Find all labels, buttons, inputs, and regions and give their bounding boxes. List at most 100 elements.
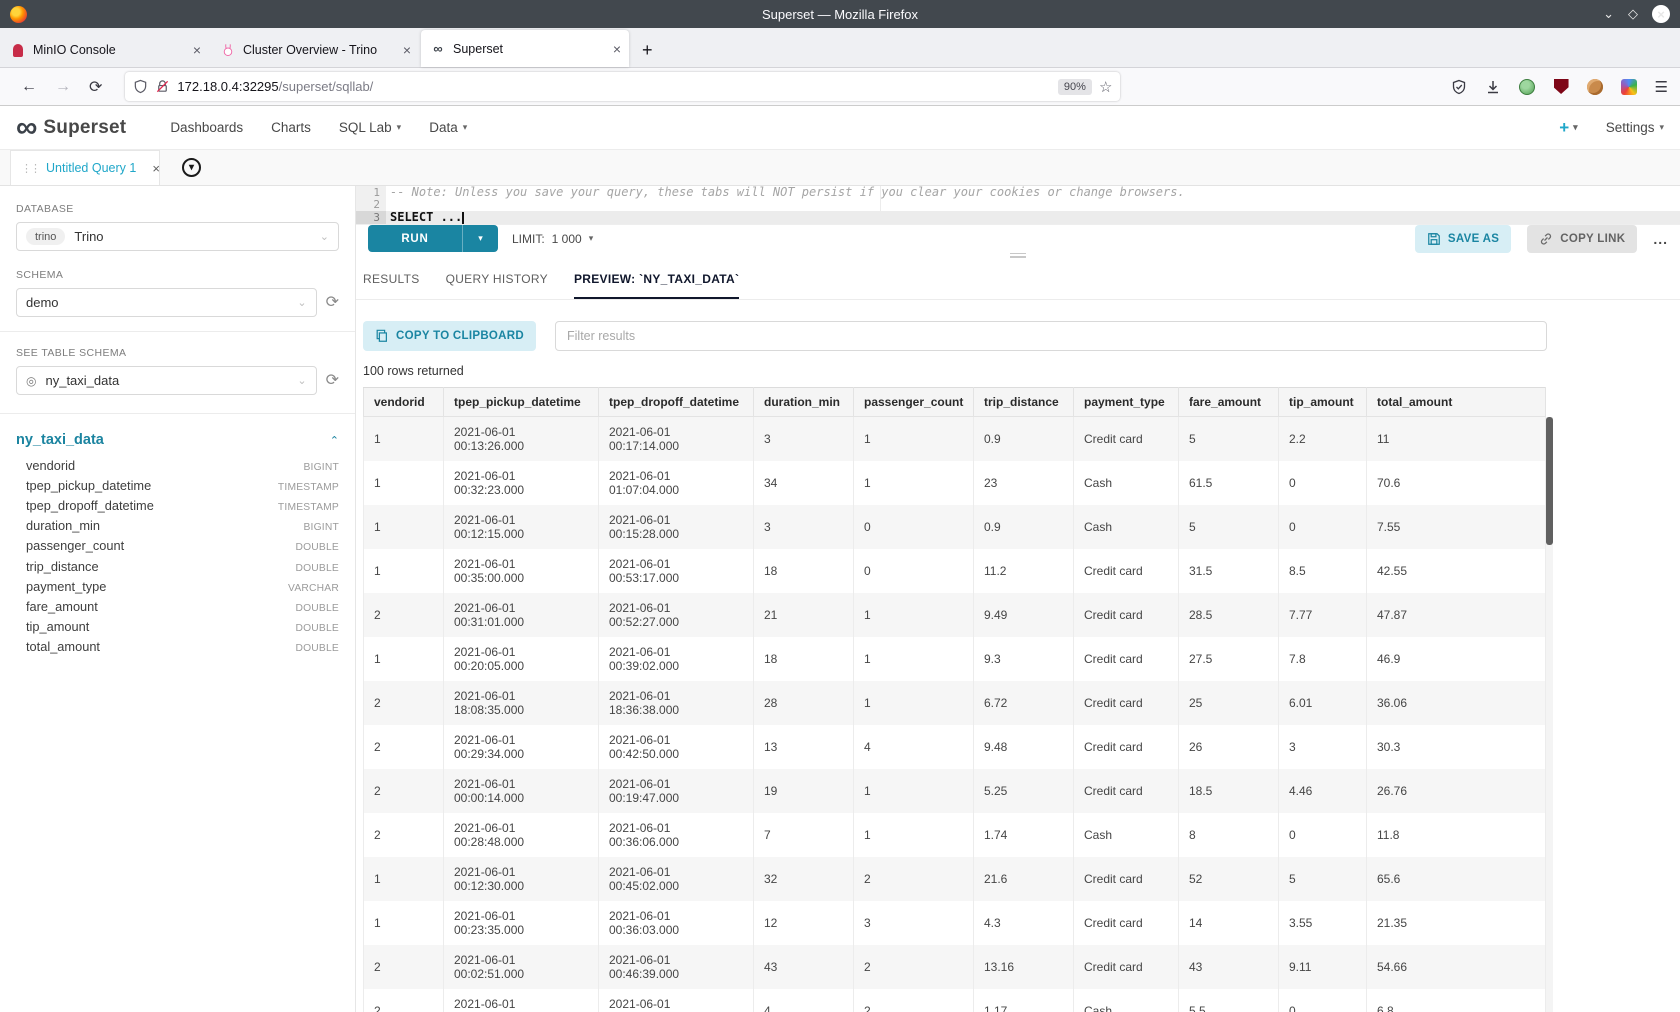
reload-icon[interactable]: ⟳ xyxy=(89,77,102,97)
settings-menu[interactable]: Settings▾ xyxy=(1606,120,1664,135)
tab-close-icon[interactable]: × xyxy=(403,42,411,58)
table-cell: 1 xyxy=(364,416,444,461)
zoom-level-badge[interactable]: 90% xyxy=(1058,79,1092,95)
line-content: SELECT ... xyxy=(386,210,464,224)
south-pane-tabs: RESULTS QUERY HISTORY PREVIEW: `NY_TAXI_DA… xyxy=(356,258,1680,300)
nav-item-charts[interactable]: Charts xyxy=(271,120,311,135)
results-pane-tab-results[interactable]: RESULTS xyxy=(363,272,420,299)
cookie-extension-icon[interactable] xyxy=(1587,78,1604,95)
window-close-icon[interactable]: × xyxy=(1652,5,1670,23)
nav-item-dashboards[interactable]: Dashboards xyxy=(170,120,243,135)
forward-icon[interactable]: → xyxy=(55,78,71,96)
link-icon xyxy=(1539,232,1553,246)
column-header[interactable]: total_amount xyxy=(1367,387,1546,416)
ublock-icon[interactable] xyxy=(1553,78,1570,95)
database-select[interactable]: trino Trino ⌄ xyxy=(16,222,339,251)
browser-tab-trino[interactable]: Cluster Overview - Trino × xyxy=(211,33,419,67)
bookmark-star-icon[interactable]: ☆ xyxy=(1099,78,1112,96)
add-new-button[interactable]: +▾ xyxy=(1559,118,1577,138)
tab-close-icon[interactable]: × xyxy=(193,42,201,58)
table-cell: 3 xyxy=(1279,725,1367,769)
shield-check-icon[interactable] xyxy=(1451,78,1468,95)
collapse-chevron-up-icon[interactable]: ⌃ xyxy=(330,434,339,447)
copy-to-clipboard-button[interactable]: COPY TO CLIPBOARD xyxy=(363,321,536,351)
extension-green-icon[interactable] xyxy=(1519,78,1536,95)
sql-editor[interactable]: 1-- Note: Unless you save your query, th… xyxy=(356,186,1680,225)
superset-logo[interactable]: ∞ Superset xyxy=(16,115,126,141)
run-button[interactable]: RUN ▾ xyxy=(368,225,498,252)
browser-tab-minio[interactable]: MinIO Console × xyxy=(1,33,209,67)
line-number: 3 xyxy=(356,211,386,224)
table-cell: 18 xyxy=(754,549,854,593)
results-pane-tab-preview-ny-taxi-data[interactable]: PREVIEW: `NY_TAXI_DATA` xyxy=(574,272,739,299)
insecure-lock-icon[interactable] xyxy=(155,79,170,94)
column-header[interactable]: tip_amount xyxy=(1279,387,1367,416)
nav-item-sql-lab[interactable]: SQL Lab▾ xyxy=(339,120,401,135)
column-header[interactable]: fare_amount xyxy=(1179,387,1279,416)
url-text[interactable]: 172.18.0.4:32295/superset/sqllab/ xyxy=(177,79,1051,94)
table-cell: 2 xyxy=(854,945,974,989)
back-icon[interactable]: ← xyxy=(21,78,37,96)
save-as-button[interactable]: SAVE AS xyxy=(1415,225,1511,253)
column-header[interactable]: tpep_pickup_datetime xyxy=(444,387,599,416)
shield-icon[interactable] xyxy=(133,79,148,94)
limit-control[interactable]: LIMIT: 1 000 ▾ xyxy=(512,232,593,246)
table-cell: 9.3 xyxy=(974,637,1074,681)
table-cell: Credit card xyxy=(1074,637,1179,681)
browser-tab-strip: MinIO Console × Cluster Overview - Trino… xyxy=(0,28,1680,68)
filter-results-input[interactable] xyxy=(555,321,1547,351)
table-scrollbar[interactable] xyxy=(1546,417,1553,1012)
line-number: 2 xyxy=(356,199,386,212)
browser-tab-superset[interactable]: ∞ Superset × xyxy=(421,30,629,67)
table-cell: 2 xyxy=(364,989,444,1012)
table-cell: 2021-06-01 00:45:02.000 xyxy=(599,857,754,901)
column-header[interactable]: trip_distance xyxy=(974,387,1074,416)
table-cell: 28.5 xyxy=(1179,593,1279,637)
table-schema-heading[interactable]: ny_taxi_data xyxy=(16,432,104,448)
window-maximize-icon[interactable]: ◇ xyxy=(1628,6,1638,22)
query-tab-untitled[interactable]: ⋮⋮ Untitled Query 1 × xyxy=(10,150,160,185)
table-cell: 25 xyxy=(1179,681,1279,725)
add-query-tab-button[interactable]: ▾ xyxy=(182,158,201,177)
column-name: tpep_dropoff_datetime xyxy=(26,498,154,513)
new-tab-icon[interactable]: + xyxy=(642,40,653,61)
window-minimize-icon[interactable]: ⌄ xyxy=(1603,6,1614,22)
nav-item-data[interactable]: Data▾ xyxy=(429,120,467,135)
more-options-icon[interactable]: ... xyxy=(1653,231,1668,247)
table-cell: Credit card xyxy=(1074,901,1179,945)
copy-link-button[interactable]: COPY LINK xyxy=(1527,225,1637,253)
schema-label: SCHEMA xyxy=(16,269,339,281)
run-caret-icon[interactable]: ▾ xyxy=(462,225,498,252)
drag-handle-icon[interactable]: ⋮⋮ xyxy=(21,162,39,175)
table-cell: 2 xyxy=(364,769,444,813)
column-header[interactable]: passenger_count xyxy=(854,387,974,416)
table-row: 12021-06-01 00:35:00.0002021-06-01 00:53… xyxy=(364,549,1546,593)
table-cell: 2021-06-01 00:46:39.000 xyxy=(599,945,754,989)
results-pane-tab-query-history[interactable]: QUERY HISTORY xyxy=(446,272,548,299)
tab-close-icon[interactable]: × xyxy=(613,41,621,57)
limit-value[interactable]: 1 000 xyxy=(552,232,582,246)
column-header[interactable]: duration_min xyxy=(754,387,854,416)
scrollbar-thumb[interactable] xyxy=(1546,417,1553,545)
table-cell: 36.06 xyxy=(1367,681,1546,725)
column-name: tpep_pickup_datetime xyxy=(26,478,151,493)
url-bar[interactable]: 172.18.0.4:32295/superset/sqllab/ 90% ☆ xyxy=(125,72,1120,101)
column-header[interactable]: tpep_dropoff_datetime xyxy=(599,387,754,416)
table-cell: 1 xyxy=(854,637,974,681)
refresh-schema-icon[interactable]: ⟳ xyxy=(326,295,339,311)
table-cell: 1 xyxy=(364,857,444,901)
menu-icon[interactable]: ☰ xyxy=(1655,78,1668,96)
table-select[interactable]: ◎ ny_taxi_data ⌄ xyxy=(16,366,317,395)
refresh-table-icon[interactable]: ⟳ xyxy=(326,373,339,389)
column-header[interactable]: payment_type xyxy=(1074,387,1179,416)
extension-colorful-icon[interactable] xyxy=(1621,78,1638,95)
run-button-label[interactable]: RUN xyxy=(368,225,462,252)
table-cell: 2021-06-01 00:39:02.000 xyxy=(599,637,754,681)
schema-select[interactable]: demo ⌄ xyxy=(16,288,317,317)
table-cell: 12 xyxy=(754,901,854,945)
download-icon[interactable] xyxy=(1485,78,1502,95)
query-tab-strip: ⋮⋮ Untitled Query 1 × ▾ xyxy=(0,150,1680,186)
table-cell: 2021-06-01 00:17:14.000 xyxy=(599,416,754,461)
column-header[interactable]: vendorid xyxy=(364,387,444,416)
query-tab-close-icon[interactable]: × xyxy=(152,161,160,176)
